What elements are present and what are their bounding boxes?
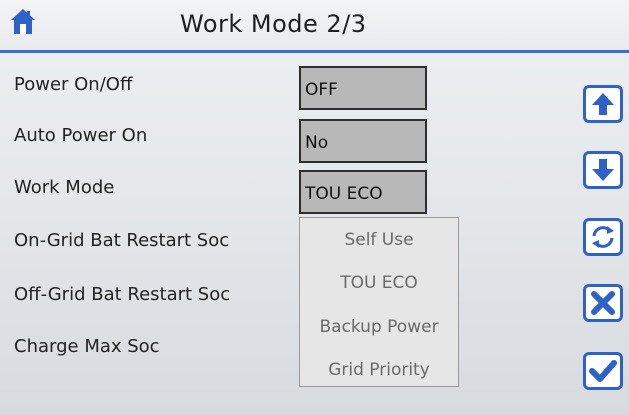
work-mode-label: Work Mode — [14, 177, 115, 198]
cancel-icon — [591, 291, 615, 315]
header-divider — [0, 50, 629, 53]
confirm-icon — [589, 360, 617, 382]
power-on-off-field[interactable]: OFF — [299, 66, 427, 110]
scroll-down-button[interactable] — [583, 151, 623, 189]
page-title: Work Mode 2/3 — [180, 10, 367, 38]
arrow-down-icon — [592, 159, 614, 181]
scroll-up-button[interactable] — [583, 85, 623, 123]
work-mode-dropdown: Self Use TOU ECO Backup Power Grid Prior… — [299, 217, 459, 387]
dropdown-option-self-use[interactable]: Self Use — [300, 230, 458, 250]
charge-max-soc-label: Charge Max Soc — [14, 336, 160, 357]
on-grid-bat-restart-soc-label: On-Grid Bat Restart Soc — [14, 230, 230, 251]
auto-power-on-label: Auto Power On — [14, 125, 148, 146]
home-button[interactable] — [10, 8, 36, 36]
cancel-button[interactable] — [583, 284, 623, 322]
work-mode-select[interactable]: TOU ECO — [299, 170, 427, 214]
power-on-off-label: Power On/Off — [14, 74, 133, 95]
refresh-icon — [592, 226, 614, 248]
dropdown-option-backup-power[interactable]: Backup Power — [300, 317, 458, 337]
dropdown-option-grid-priority[interactable]: Grid Priority — [300, 360, 458, 380]
arrow-up-icon — [592, 93, 614, 115]
header-bar: Work Mode 2/3 — [0, 0, 629, 52]
work-mode-screen: Work Mode 2/3 Power On/Off Auto Power On… — [0, 0, 629, 415]
refresh-button[interactable] — [583, 218, 623, 256]
confirm-button[interactable] — [583, 352, 623, 390]
home-icon — [11, 9, 35, 34]
off-grid-bat-restart-soc-label: Off-Grid Bat Restart Soc — [14, 284, 231, 305]
auto-power-on-field[interactable]: No — [299, 119, 427, 163]
dropdown-option-tou-eco[interactable]: TOU ECO — [300, 273, 458, 293]
